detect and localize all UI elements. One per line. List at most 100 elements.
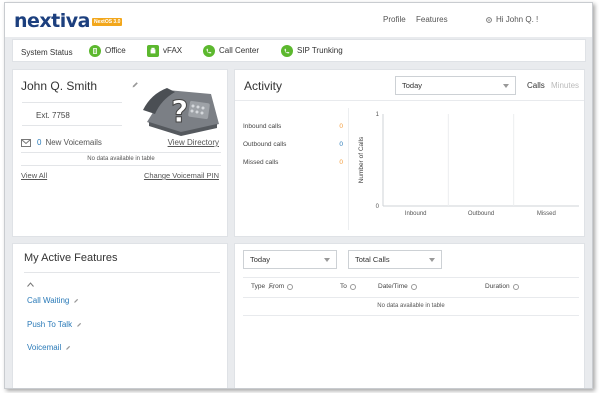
voicemail-summary[interactable]: 0 New Voicemails [21, 138, 102, 147]
view-all-link[interactable]: View All [21, 171, 47, 180]
column-duration-label: Duration [485, 283, 510, 290]
table-row-divider [243, 315, 579, 316]
features-title: My Active Features [24, 252, 118, 264]
user-menu[interactable]: Hi John Q. ! [485, 15, 538, 24]
voicemail-count: 0 [37, 138, 42, 147]
status-vfax[interactable]: vFAX [147, 44, 182, 58]
voicemail-label: New Voicemails [45, 138, 102, 147]
column-header-date-time[interactable]: Date/Time [378, 283, 417, 290]
calls-bar-chart: 0 1 Inbound Outbound Missed Number of Calls [358, 112, 579, 217]
call-log-period-value: Today [250, 255, 271, 264]
y-axis-label: Number of Calls [358, 136, 365, 183]
y-tick-label: 1 [376, 112, 380, 118]
status-sip-trunking[interactable]: SIP Trunking [281, 44, 343, 58]
user-extension: Ext. 7758 [22, 102, 122, 126]
metric-missed-value: 0 [339, 159, 343, 166]
feature-voicemail[interactable]: Voicemail [27, 343, 71, 352]
nav-profile-link[interactable]: Profile [383, 15, 406, 24]
pencil-icon[interactable] [76, 322, 82, 328]
activity-card: Activity Today Calls Minutes Inbound cal… [234, 69, 585, 237]
feature-push-to-talk[interactable]: Push To Talk [27, 320, 82, 329]
feature-call-waiting-label: Call Waiting [27, 296, 70, 305]
pencil-icon[interactable] [65, 345, 71, 351]
metric-separator [348, 108, 349, 230]
metric-inbound: Inbound calls 0 [243, 123, 343, 130]
status-office[interactable]: Office [89, 44, 126, 58]
change-voicemail-pin-link[interactable]: Change Voicemail PIN [144, 171, 219, 180]
activity-title: Activity [244, 79, 283, 93]
metric-outbound-value: 0 [339, 141, 343, 148]
status-call-center[interactable]: Call Center [203, 44, 259, 58]
column-from-label: From [269, 283, 285, 290]
table-header-divider [243, 297, 579, 298]
nav-features-link[interactable]: Features [416, 15, 448, 24]
user-name: John Q. Smith [21, 79, 98, 93]
metric-outbound-label: Outbound calls [243, 141, 287, 148]
column-type-label: Type [251, 283, 266, 290]
column-to-label: To [340, 283, 347, 290]
tab-calls[interactable]: Calls [527, 81, 545, 90]
activity-period-value: Today [402, 81, 423, 90]
chevron-down-icon [429, 257, 435, 262]
column-date-time-label: Date/Time [378, 283, 408, 290]
metric-inbound-label: Inbound calls [243, 123, 282, 130]
system-status-bar: System Status Office vFAX Call Center SI… [12, 39, 586, 62]
x-tick-label: Missed [537, 211, 556, 217]
status-vfax-label: vFAX [163, 46, 183, 55]
system-status-label: System Status [21, 48, 73, 57]
chevron-up-icon[interactable] [27, 282, 34, 287]
user-greeting: Hi John Q. ! [496, 15, 539, 24]
activity-divider [235, 100, 584, 101]
active-features-card: My Active Features Call Waiting Push To … [12, 243, 228, 388]
view-directory-link[interactable]: View Directory [168, 138, 219, 147]
feature-push-to-talk-label: Push To Talk [27, 320, 73, 329]
status-office-label: Office [105, 46, 126, 55]
sort-icon [512, 283, 519, 290]
logo-badge: NextOS 3.0 [91, 18, 123, 26]
call-log-empty-message: No data available in table [377, 303, 445, 309]
logo-text: nextiva [14, 10, 90, 32]
office-icon [89, 45, 101, 57]
status-sip-trunking-label: SIP Trunking [297, 46, 343, 55]
features-divider [24, 272, 220, 273]
call-log-divider [243, 277, 579, 278]
svg-text:?: ? [171, 95, 188, 130]
envelope-icon [21, 138, 31, 147]
call-log-card: Today Total Calls Type From To Date/Time… [234, 243, 585, 388]
column-header-to[interactable]: To [340, 283, 356, 290]
metric-inbound-value: 0 [339, 123, 343, 130]
fax-icon [147, 45, 159, 57]
sort-icon [287, 283, 294, 290]
metric-missed-label: Missed calls [243, 159, 279, 166]
x-tick-label: Inbound [405, 211, 427, 217]
call-log-filter-select[interactable]: Total Calls [348, 250, 442, 269]
voicemail-empty-message: No data available in table [21, 152, 221, 166]
desk-phone-icon: ? [143, 88, 219, 136]
status-call-center-label: Call Center [219, 46, 260, 55]
sort-icon [410, 283, 417, 290]
metric-outbound: Outbound calls 0 [243, 141, 343, 148]
pencil-icon[interactable] [73, 298, 79, 304]
feature-voicemail-label: Voicemail [27, 343, 62, 352]
column-header-from[interactable]: From [269, 283, 294, 290]
sip-trunking-icon [281, 45, 293, 57]
call-center-icon [203, 45, 215, 57]
call-log-filter-value: Total Calls [355, 255, 390, 264]
call-log-period-select[interactable]: Today [243, 250, 337, 269]
app-window: nextiva NextOS 3.0 Profile Features Hi J… [4, 2, 593, 389]
tab-minutes[interactable]: Minutes [551, 81, 579, 90]
user-card: John Q. Smith Ext. 7758 ? 0 New Voicemai… [12, 69, 228, 237]
pencil-icon[interactable] [131, 81, 139, 89]
metric-missed: Missed calls 0 [243, 159, 343, 166]
sort-icon [349, 283, 356, 290]
top-navigation-bar: nextiva NextOS 3.0 Profile Features Hi J… [5, 3, 592, 37]
gear-icon [486, 16, 492, 23]
y-tick-label: 0 [376, 204, 380, 210]
feature-call-waiting[interactable]: Call Waiting [27, 296, 79, 305]
nextiva-logo[interactable]: nextiva NextOS 3.0 [14, 9, 123, 32]
chevron-down-icon [503, 83, 509, 88]
x-tick-label: Outbound [468, 211, 494, 217]
activity-period-select[interactable]: Today [395, 76, 516, 95]
chevron-down-icon [324, 257, 330, 262]
column-header-duration[interactable]: Duration [485, 283, 519, 290]
